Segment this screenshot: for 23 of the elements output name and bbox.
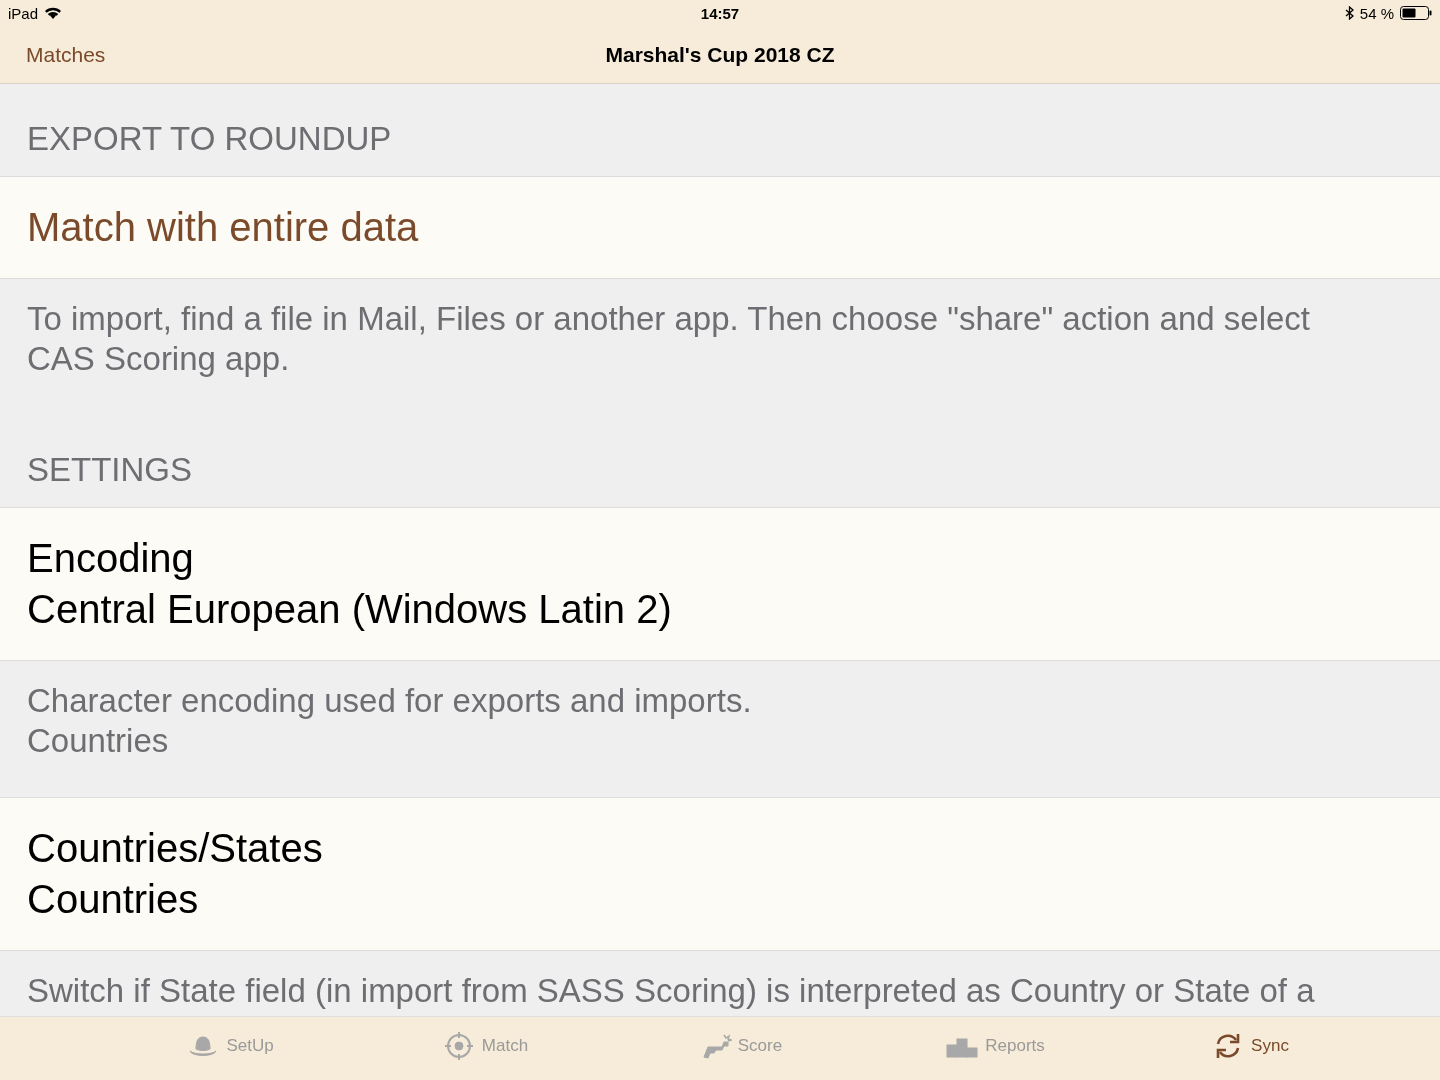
section-header: SETTINGS <box>26 450 194 490</box>
screen-title: Marshal's Cup 2018 CZ <box>605 42 835 66</box>
footer-text: Countries <box>27 721 170 761</box>
footer-text: Character encoding used for exports and imports. <box>27 681 753 721</box>
battery-icon <box>1400 6 1432 20</box>
setting-value: Central European (Windows Latin 2) <box>27 586 673 633</box>
section-header: EXPORT TO ROUNDUP <box>26 119 393 159</box>
bluetooth-icon <box>1344 6 1354 20</box>
back-link[interactable]: Matches <box>26 42 106 67</box>
table-row[interactable]: Encoding Central European (Windows Latin 2) <box>0 507 1440 661</box>
footer-text: Switch if State field (in import from SASS Scoring) is interpreted as Country or State of a <box>27 971 1316 1011</box>
wifi-icon <box>44 6 63 20</box>
setting-title: Encoding <box>27 535 195 582</box>
setting-value: Countries <box>27 876 200 923</box>
tab-button[interactable]: Sync <box>1122 1017 1378 1080</box>
battery-percentage: 54 % <box>1359 4 1394 22</box>
clock: 14:57 <box>700 4 740 22</box>
device-name: iPad <box>8 4 39 22</box>
footer-text: To import, find a file in Mail, Files or another app. Then choose "share" action and select CAS Scoring app. <box>27 299 1311 379</box>
table-row[interactable]: Match with entire data <box>0 176 1440 279</box>
action-label[interactable]: Match with entire data <box>27 205 419 250</box>
setting-title: Countries/States <box>27 825 324 872</box>
table-row[interactable]: Countries/States Countries <box>0 797 1440 951</box>
